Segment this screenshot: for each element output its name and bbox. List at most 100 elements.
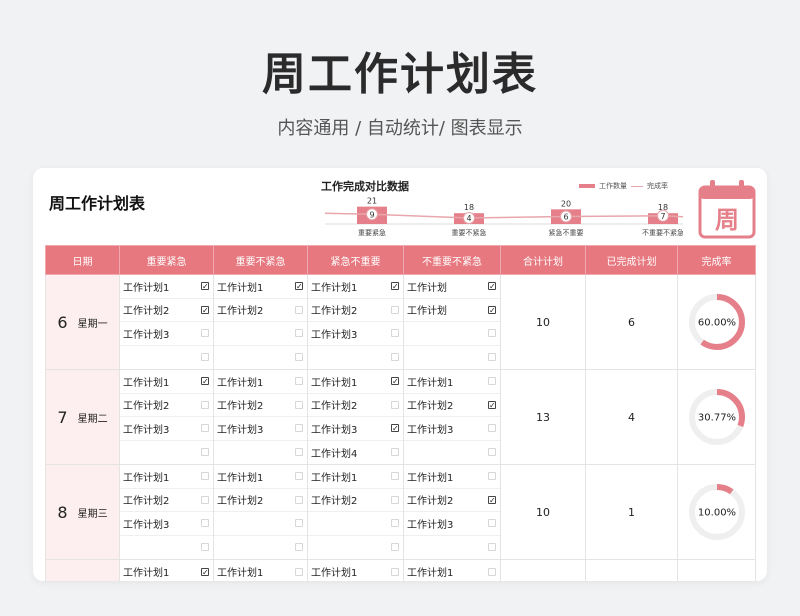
unchecked-checkbox[interactable]: [391, 543, 399, 552]
rate-cell: 60.00%: [677, 274, 756, 370]
task-item: 工作计划1: [308, 560, 403, 581]
unchecked-checkbox[interactable]: [488, 543, 496, 552]
column-header: 完成率: [677, 245, 756, 275]
unchecked-checkbox[interactable]: [295, 400, 303, 409]
date-cell: [45, 559, 120, 581]
bar-value-label: 18: [464, 203, 474, 212]
task-label: 工作计划1: [217, 282, 264, 294]
unchecked-checkbox[interactable]: [391, 567, 399, 576]
unchecked-checkbox[interactable]: [201, 472, 209, 481]
task-label: 工作计划3: [217, 424, 264, 436]
task-item: [214, 346, 307, 370]
total-plan-cell: [500, 559, 586, 581]
checked-checkbox[interactable]: ✓: [488, 282, 496, 291]
unchecked-checkbox[interactable]: [488, 353, 496, 362]
task-item: [308, 346, 403, 370]
checked-checkbox[interactable]: ✓: [391, 282, 399, 291]
task-cell: 工作计划1 工作计划2 工作计划3: [119, 464, 214, 560]
bar-value-label: 20: [561, 199, 571, 208]
task-item: [404, 441, 500, 465]
unchecked-checkbox[interactable]: [201, 519, 209, 528]
unchecked-checkbox[interactable]: [295, 377, 303, 386]
unchecked-checkbox[interactable]: [201, 329, 209, 338]
unchecked-checkbox[interactable]: [391, 472, 399, 481]
checked-checkbox[interactable]: ✓: [488, 495, 496, 504]
bar-value-label: 21: [367, 197, 377, 206]
task-item: 工作计划3: [308, 322, 403, 346]
unchecked-checkbox[interactable]: [488, 329, 496, 338]
unchecked-checkbox[interactable]: [488, 567, 496, 576]
unchecked-checkbox[interactable]: [295, 519, 303, 528]
unchecked-checkbox[interactable]: [201, 448, 209, 457]
task-label: 工作计划1: [123, 472, 170, 484]
checked-checkbox[interactable]: ✓: [201, 305, 209, 314]
task-label: 工作计划1: [311, 377, 358, 389]
donut-label: 10.00%: [697, 508, 735, 519]
unchecked-checkbox[interactable]: [391, 495, 399, 504]
task-label: 工作计划2: [217, 306, 264, 318]
sheet-card: 周工作计划表 工作完成对比数据 工作数量 完成率 21 重要紧急 18 重要不紧急 20…: [33, 168, 767, 581]
checked-checkbox[interactable]: ✓: [295, 282, 303, 291]
date-cell: 8 星期三: [45, 464, 120, 560]
unchecked-checkbox[interactable]: [488, 377, 496, 386]
checked-checkbox[interactable]: ✓: [391, 377, 399, 386]
task-label: 工作计划3: [311, 329, 358, 341]
task-label: 工作计划2: [407, 496, 454, 508]
task-item: 工作计划1 ✓: [120, 560, 213, 581]
rate-cell: [677, 559, 756, 581]
unchecked-checkbox[interactable]: [201, 543, 209, 552]
chart-canvas: 21重要紧急18重要不紧急20紧急不重要18不重要不紧急9 4 6 7: [324, 197, 683, 237]
unchecked-checkbox[interactable]: [201, 495, 209, 504]
checked-checkbox[interactable]: ✓: [488, 400, 496, 409]
task-item: 工作计划2 ✓: [404, 489, 500, 512]
line-point-label: 4: [466, 214, 471, 223]
task-item: 工作计划 ✓: [404, 275, 500, 299]
unchecked-checkbox[interactable]: [488, 424, 496, 433]
unchecked-checkbox[interactable]: [295, 495, 303, 504]
checked-checkbox[interactable]: ✓: [201, 377, 209, 386]
unchecked-checkbox[interactable]: [295, 567, 303, 576]
column-header: 合计计划: [500, 245, 586, 275]
unchecked-checkbox[interactable]: [201, 424, 209, 433]
checked-checkbox[interactable]: ✓: [201, 282, 209, 291]
donut-label: 30.77%: [697, 413, 735, 424]
unchecked-checkbox[interactable]: [488, 448, 496, 457]
task-label: 工作计划3: [407, 424, 454, 436]
unchecked-checkbox[interactable]: [295, 353, 303, 362]
unchecked-checkbox[interactable]: [391, 519, 399, 528]
unchecked-checkbox[interactable]: [295, 472, 303, 481]
checked-checkbox[interactable]: ✓: [488, 305, 496, 314]
task-item: 工作计划2: [214, 299, 307, 322]
unchecked-checkbox[interactable]: [488, 519, 496, 528]
unchecked-checkbox[interactable]: [295, 329, 303, 338]
column-header: 不重要不紧急: [403, 245, 501, 275]
unchecked-checkbox[interactable]: [295, 543, 303, 552]
task-label: 工作计划4: [311, 448, 358, 460]
task-item: [308, 512, 403, 536]
column-header: 已完成计划: [585, 245, 678, 275]
task-item: [120, 441, 213, 465]
unchecked-checkbox[interactable]: [488, 472, 496, 481]
calendar-icon: 周: [698, 180, 756, 239]
unchecked-checkbox[interactable]: [391, 329, 399, 338]
task-label: 工作计划2: [217, 496, 264, 508]
unchecked-checkbox[interactable]: [201, 353, 209, 362]
checked-checkbox[interactable]: ✓: [201, 567, 209, 576]
unchecked-checkbox[interactable]: [391, 400, 399, 409]
unchecked-checkbox[interactable]: [295, 424, 303, 433]
unchecked-checkbox[interactable]: [201, 400, 209, 409]
unchecked-checkbox[interactable]: [391, 448, 399, 457]
task-item: 工作计划1: [404, 370, 500, 394]
unchecked-checkbox[interactable]: [295, 305, 303, 314]
unchecked-checkbox[interactable]: [391, 353, 399, 362]
column-header: 重要紧急: [119, 245, 214, 275]
task-label: 工作计划1: [407, 377, 454, 389]
task-label: 工作计划1: [311, 472, 358, 484]
unchecked-checkbox[interactable]: [295, 448, 303, 457]
task-label: 工作计划2: [311, 496, 358, 508]
task-label: 工作计划3: [311, 424, 358, 436]
hero-title: 周工作计划表: [262, 49, 538, 100]
checked-checkbox[interactable]: ✓: [391, 424, 399, 433]
table-row: 工作计划1 ✓ 工作计划1 工作计划1 工作计划1: [45, 559, 756, 581]
unchecked-checkbox[interactable]: [391, 305, 399, 314]
